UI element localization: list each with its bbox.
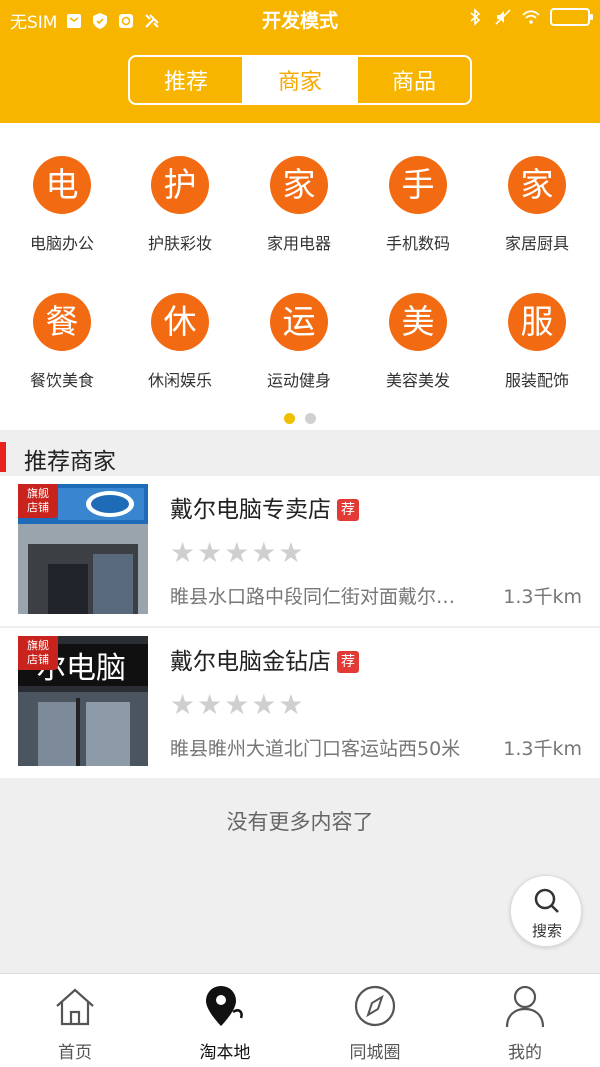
battery-icon [550,8,593,26]
category-icon: 家 [508,156,566,214]
store-thumbnail: 尔电脑 旗舰 店铺 [18,636,148,766]
category-icon: 家 [270,156,328,214]
section-title: 推荐商家 [24,449,116,475]
user-icon [505,985,545,1028]
store-item[interactable]: 尔电脑 旗舰 店铺 戴尔电脑金钻店荐 ★★★★★ 睢县睢州大道北门口客运站西50米… [0,628,600,778]
store-distance: 1.3千km [503,586,582,608]
flagship-badge: 旗舰 店铺 [18,636,58,670]
status-bar: 无SIM 开发模式 [0,0,600,38]
header: 无SIM 开发模式 推荐 商家 商品 [0,0,600,123]
page-dot[interactable] [304,413,316,424]
bottom-nav: 首页 淘本地 同城圈 我的 [0,973,600,1067]
category-label: 服装配饰 [504,371,569,390]
wifi-icon [522,10,540,24]
search-icon [534,888,559,913]
compass-icon [354,985,396,1027]
section-header: 推荐商家 [0,436,600,476]
category-item[interactable]: 护 护肤彩妆 [120,156,240,254]
location-pin-icon [206,986,243,1026]
tab-merchants[interactable]: 商家 [244,57,358,103]
category-label: 家居厨具 [504,234,569,253]
category-label: 护肤彩妆 [147,234,212,253]
category-item[interactable]: 餐 餐饮美食 [2,293,122,391]
nav-local[interactable]: 淘本地 [150,974,300,1067]
bluetooth-icon [470,8,481,26]
nav-label: 首页 [58,1043,92,1063]
no-more-content: 没有更多内容了 [226,810,374,834]
category-label: 电脑办公 [29,234,94,253]
category-icon: 服 [508,293,566,351]
search-label: 搜索 [531,922,562,940]
nav-city-circle[interactable]: 同城圈 [300,974,450,1067]
nav-label: 淘本地 [199,1043,251,1063]
store-address: 睢县睢州大道北门口客运站西50米 [170,738,461,760]
category-item[interactable]: 电 电脑办公 [2,156,122,254]
category-item[interactable]: 服 服装配饰 [477,293,597,391]
category-label: 运动健身 [266,371,331,390]
nav-home[interactable]: 首页 [0,974,150,1067]
category-icon: 电 [33,156,91,214]
rating-stars: ★★★★★ [170,536,306,569]
category-item[interactable]: 家 家居厨具 [477,156,597,254]
search-button[interactable]: 搜索 [510,875,582,947]
home-icon [56,988,94,1026]
store-name[interactable]: 戴尔电脑金钻店荐 [170,642,359,676]
store-address: 睢县水口路中段同仁街对面戴尔… [170,586,456,608]
category-label: 手机数码 [385,234,450,253]
category-item[interactable]: 家 家用电器 [239,156,359,254]
store-item[interactable]: 旗舰 店铺 戴尔电脑专卖店荐 ★★★★★ 睢县水口路中段同仁街对面戴尔… 1.3千… [0,476,600,626]
category-item[interactable]: 休 休闲娱乐 [120,293,240,391]
category-label: 餐饮美食 [29,371,94,390]
rating-stars: ★★★★★ [170,688,306,721]
category-icon: 护 [151,156,209,214]
nav-label: 同城圈 [349,1043,401,1063]
category-icon: 美 [389,293,447,351]
category-icon: 餐 [33,293,91,351]
page-indicator [0,409,600,428]
store-thumbnail: 旗舰 店铺 [18,484,148,614]
category-item[interactable]: 手 手机数码 [358,156,478,254]
tab-recommend[interactable]: 推荐 [130,57,244,103]
category-icon: 运 [270,293,328,351]
category-icon: 手 [389,156,447,214]
nav-me[interactable]: 我的 [450,974,600,1067]
category-item[interactable]: 美 美容美发 [358,293,478,391]
tab-products[interactable]: 商品 [358,57,470,103]
segment-control: 推荐 商家 商品 [128,55,472,105]
recommend-tag: 荐 [337,499,359,521]
category-item[interactable]: 运 运动健身 [239,293,359,391]
recommend-tag: 荐 [337,651,359,673]
category-icon: 休 [151,293,209,351]
store-distance: 1.3千km [503,738,582,760]
category-label: 休闲娱乐 [147,371,212,390]
category-label: 美容美发 [385,371,450,390]
store-name-text: 戴尔电脑金钻店 [170,649,331,675]
store-name-text: 戴尔电脑专卖店 [170,497,331,523]
flagship-badge: 旗舰 店铺 [18,484,58,518]
store-name[interactable]: 戴尔电脑专卖店荐 [170,490,359,524]
section-accent-bar [0,442,6,472]
mute-icon [495,9,511,25]
page-dot-active[interactable] [284,413,296,424]
nav-label: 我的 [508,1043,542,1063]
category-label: 家用电器 [266,234,331,253]
category-grid: 电 电脑办公 护 护肤彩妆 家 家用电器 手 手机数码 家 家居厨具 餐 餐饮美… [0,123,600,430]
